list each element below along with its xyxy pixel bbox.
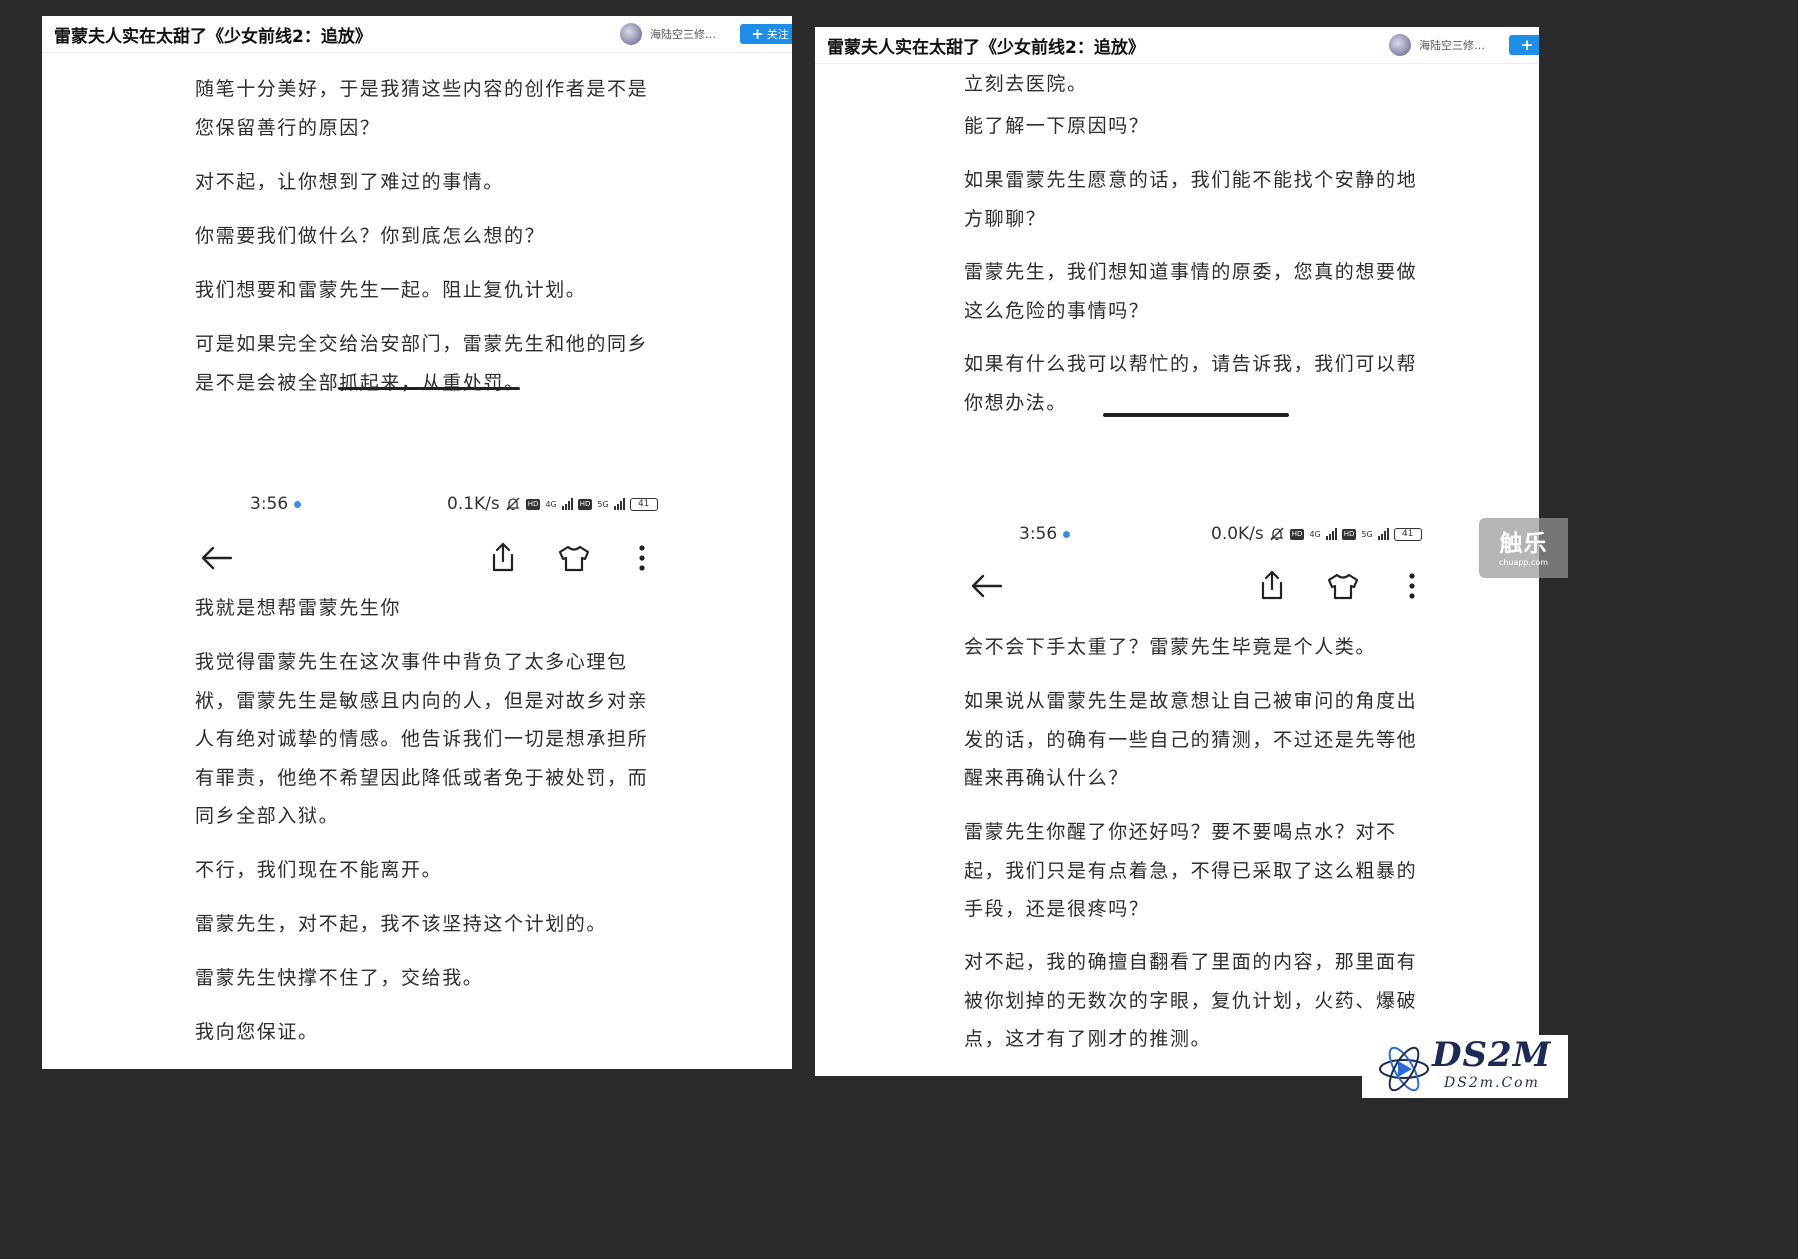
atom-logo-icon: [1379, 1046, 1429, 1092]
network-speed: 0.1K/s: [447, 494, 500, 514]
plus-icon: +: [751, 24, 764, 43]
dialogue-line: 雷蒙先生，我们想知道事情的原委，您真的想要做 这么危险的事情吗？: [964, 261, 1418, 322]
network-type: 4G: [1309, 529, 1321, 539]
mute-bell-icon: [506, 497, 520, 511]
hd-badge: HD: [1289, 528, 1305, 540]
dialogue-line: 不行，我们现在不能离开。: [195, 859, 443, 881]
back-arrow-icon[interactable]: [970, 573, 1004, 599]
dialogue-line: 我向您保证。: [195, 1021, 319, 1043]
dialogue-line: 如果有什么我可以帮忙的，请告诉我，我们可以帮 你想办法。: [964, 353, 1418, 414]
more-vertical-icon[interactable]: [1408, 573, 1416, 599]
hd-badge: HD: [1341, 528, 1357, 540]
status-bar-time: 3:56: [1019, 524, 1071, 544]
author-info[interactable]: 海陆空三修…: [620, 23, 716, 45]
signal-icon: [1325, 528, 1337, 540]
chuapp-logo-text: 触乐: [1499, 531, 1548, 557]
status-bar-indicators: 0.0K/s HD 4G HD 5G 41: [1211, 524, 1422, 544]
network-type: 5G: [1361, 529, 1373, 539]
hd-badge: HD: [577, 498, 593, 510]
network-type: 4G: [545, 499, 557, 509]
right-screenshot-panel: 雷蒙夫人实在太甜了《少女前线2：追放》 海陆空三修… + 立刻去医院。 能了解一…: [815, 27, 1539, 1076]
status-bar-indicators: 0.1K/s HD 4G HD 5G 41: [447, 494, 658, 514]
network-type: 5G: [597, 499, 609, 509]
ds2m-watermark: DS2M DS2m.Com: [1362, 1035, 1568, 1098]
chuapp-url: chuapp.com: [1498, 558, 1549, 567]
author-name[interactable]: 海陆空三修…: [650, 26, 716, 42]
dialogue-line: 雷蒙先生，对不起，我不该坚持这个计划的。: [195, 913, 608, 935]
left-screenshot-panel: 雷蒙夫人实在太甜了《少女前线2：追放》 海陆空三修… + 关注 随笔十分美好，于是…: [42, 16, 792, 1069]
follow-button[interactable]: +: [1509, 35, 1539, 55]
status-time: 3:56: [1019, 524, 1058, 544]
more-vertical-icon[interactable]: [638, 545, 646, 571]
strikethrough-mark: [338, 387, 520, 390]
article-title: 雷蒙夫人实在太甜了《少女前线2：追放》: [827, 37, 1145, 58]
follow-label: 关注: [766, 28, 789, 41]
article-title: 雷蒙夫人实在太甜了《少女前线2：追放》: [54, 26, 372, 47]
notification-dot-icon: [1063, 530, 1071, 538]
dialogue-line: 如果说从雷蒙先生是故意想让自己被审问的角度出 发的话，的确有一些自己的猜测，不过…: [964, 690, 1418, 789]
status-bar-time: 3:56: [250, 494, 302, 514]
dialogue-line: 会不会下手太重了？雷蒙先生毕竟是个人类。: [964, 636, 1377, 658]
dialogue-line: 雷蒙先生快撑不住了，交给我。: [195, 967, 484, 989]
share-icon[interactable]: [1258, 569, 1286, 601]
signal-icon: [561, 498, 573, 510]
tshirt-icon[interactable]: [1326, 572, 1360, 600]
follow-button[interactable]: + 关注: [740, 24, 792, 44]
status-time: 3:56: [250, 494, 289, 514]
dialogue-line: 能了解一下原因吗？: [964, 115, 1150, 137]
author-avatar[interactable]: [620, 23, 642, 45]
dialogue-line: 立刻去医院。: [964, 73, 1088, 95]
dialogue-line: 你需要我们做什么？你到底怎么想的？: [195, 225, 546, 247]
chuapp-watermark: 触乐 chuapp.com: [1479, 518, 1568, 578]
dialogue-line: 我们想要和雷蒙先生一起。阻止复仇计划。: [195, 279, 587, 301]
dialogue-line: 如果雷蒙先生愿意的话，我们能不能找个安静的地 方聊聊？: [964, 169, 1418, 230]
dialogue-line: 我就是想帮雷蒙先生你: [195, 597, 402, 619]
ds2m-url: DS2m.Com: [1444, 1075, 1540, 1091]
dialogue-line: 随笔十分美好，于是我猜这些内容的创作者是不是 您保留善行的原因？: [195, 78, 649, 139]
signal-icon: [1377, 528, 1389, 540]
network-speed: 0.0K/s: [1211, 524, 1264, 544]
share-icon[interactable]: [489, 541, 517, 573]
dialogue-line: 我觉得雷蒙先生在这次事件中背负了太多心理包 袱，雷蒙先生是敏感且内向的人，但是对…: [195, 651, 649, 827]
tshirt-icon[interactable]: [557, 544, 591, 572]
battery-icon: 41: [629, 497, 658, 511]
article-title-bar: 雷蒙夫人实在太甜了《少女前线2：追放》 海陆空三修… +: [815, 27, 1539, 64]
battery-icon: 41: [1393, 527, 1422, 541]
author-name[interactable]: 海陆空三修…: [1419, 37, 1485, 53]
mute-bell-icon: [1270, 527, 1284, 541]
home-indicator-bar: [1103, 413, 1289, 417]
signal-icon: [613, 498, 625, 510]
article-title-bar: 雷蒙夫人实在太甜了《少女前线2：追放》 海陆空三修… + 关注: [42, 16, 792, 53]
dialogue-line: 对不起，我的确擅自翻看了里面的内容，那里面有 被你划掉的无数次的字眼，复仇计划，…: [964, 951, 1418, 1050]
plus-icon: +: [1520, 35, 1534, 54]
dialogue-line: 可是如果完全交给治安部门，雷蒙先生和他的同乡 是不是会被全部抓起来，从重处罚。: [195, 333, 649, 394]
hd-badge: HD: [525, 498, 541, 510]
dialogue-line: 雷蒙先生你醒了你还好吗？要不要喝点水？对不 起，我们只是有点着急，不得已采取了这…: [964, 821, 1418, 920]
author-avatar[interactable]: [1389, 34, 1411, 56]
back-arrow-icon[interactable]: [200, 545, 234, 571]
author-info[interactable]: 海陆空三修…: [1389, 34, 1485, 56]
ds2m-logo-text: DS2M: [1432, 1035, 1552, 1075]
dialogue-line: 对不起，让你想到了难过的事情。: [195, 171, 505, 193]
notification-dot-icon: [294, 500, 302, 508]
